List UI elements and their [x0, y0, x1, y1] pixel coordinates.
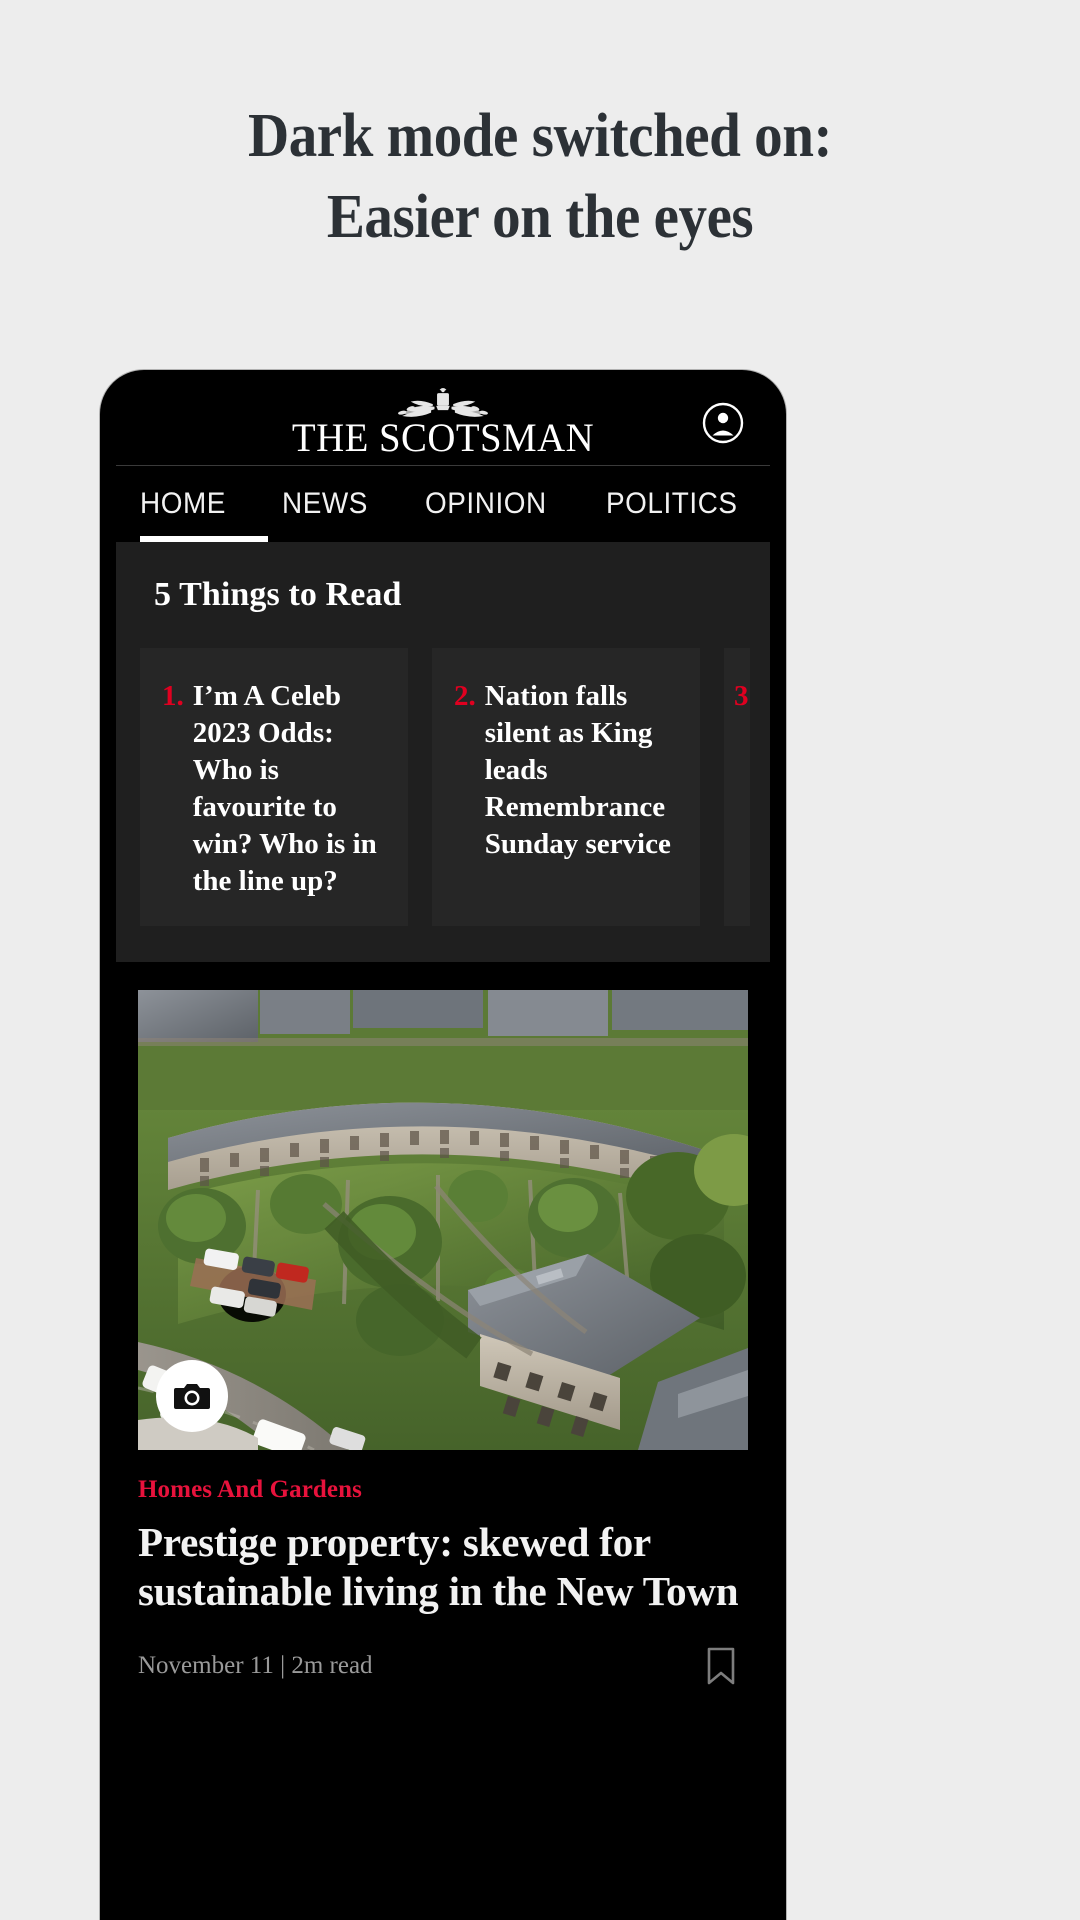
tab-news[interactable]: NEWS: [282, 487, 368, 521]
promo-headline-line-2: Easier on the eyes: [326, 183, 754, 251]
promo-headline-line-1: Dark mode switched on:: [247, 102, 833, 170]
active-tab-indicator: [140, 536, 268, 542]
account-circle-icon[interactable]: [702, 402, 744, 444]
camera-icon[interactable]: [156, 1360, 228, 1432]
tab-home[interactable]: HOME: [140, 487, 226, 521]
tab-politics[interactable]: POLITICS: [606, 487, 738, 521]
app-nav-tabs: HOME NEWS OPINION POLITICS BUSINESS: [116, 466, 770, 542]
article-category[interactable]: Homes And Gardens: [138, 1476, 748, 1504]
masthead-wordmark: THE SCOTSMAN: [291, 415, 595, 460]
list-item[interactable]: 2. Nation falls silent as King leads Rem…: [432, 648, 700, 926]
article-meta: November 11 | 2m read: [138, 1652, 373, 1679]
five-things-section: 5 Things to Read 1. I’m A Celeb 2023 Odd…: [116, 542, 770, 962]
list-item-number: 1.: [162, 680, 184, 712]
phone-mockup: THE SCOTSMAN HOME NEWS OPINION POLITICS …: [100, 370, 786, 1920]
list-item[interactable]: 1. I’m A Celeb 2023 Odds: Who is favouri…: [140, 648, 408, 926]
promo-page: Dark mode switched on: Easier on the eye…: [0, 0, 1080, 1920]
five-things-carousel[interactable]: 1. I’m A Celeb 2023 Odds: Who is favouri…: [116, 648, 770, 926]
list-item-headline: I’m A Celeb 2023 Odds: Who is favourite …: [192, 680, 377, 897]
phone-screen: THE SCOTSMAN HOME NEWS OPINION POLITICS …: [116, 380, 770, 1920]
list-item[interactable]: 3: [724, 648, 750, 926]
promo-headline: Dark mode switched on: Easier on the eye…: [43, 96, 1037, 258]
article-footer: November 11 | 2m read: [138, 1646, 748, 1686]
list-item-number: 2.: [454, 680, 476, 712]
list-item-headline: Nation falls silent as King leads Rememb…: [484, 680, 671, 860]
article-image[interactable]: [138, 990, 748, 1450]
list-item-number: 3: [734, 680, 749, 712]
aerial-photo-illustration: [138, 990, 748, 1450]
tab-opinion[interactable]: OPINION: [425, 487, 547, 521]
app-masthead: THE SCOTSMAN: [116, 380, 770, 466]
article-headline[interactable]: Prestige property: skewed for sustainabl…: [138, 1518, 748, 1616]
article-card[interactable]: Homes And Gardens Prestige property: ske…: [116, 962, 770, 1686]
bookmark-icon[interactable]: [704, 1646, 738, 1686]
five-things-title: 5 Things to Read: [154, 576, 402, 613]
